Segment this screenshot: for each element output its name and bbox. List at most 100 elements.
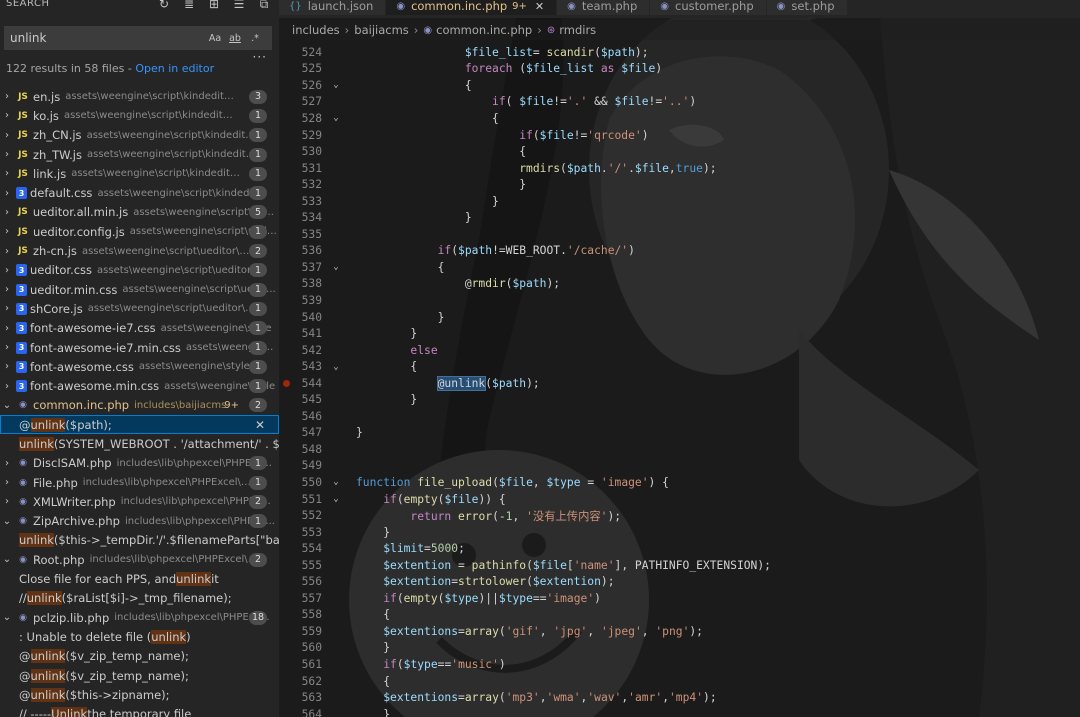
fold-chevron-icon[interactable]: ⌄ <box>330 494 342 504</box>
result-match-line[interactable]: : Unable to delete file (unlink) <box>0 627 279 646</box>
json-file-icon: {} <box>289 0 302 12</box>
close-tab-icon[interactable]: ✕ <box>535 0 544 13</box>
chevron-right-icon[interactable]: › <box>0 477 14 488</box>
match-whole-word-icon[interactable]: ab <box>228 33 242 44</box>
result-file-row[interactable]: › 3 font-awesome-ie7.min.css assets\weengin… <box>0 338 279 357</box>
result-file-row[interactable]: › JS ko.js assets\weengine\script\kindedito… <box>0 106 279 125</box>
result-file-row[interactable]: › JS zh_TW.js assets\weengine\script\kinded… <box>0 145 279 164</box>
result-file-path: assets\weengine\script\kindeditor... <box>97 187 268 199</box>
editor-tab[interactable]: ◉ team.php <box>557 0 651 15</box>
code-line: 532 } <box>279 176 1080 193</box>
result-match-line[interactable]: @ unlink ($path); ✕ <box>0 415 279 435</box>
result-file-row[interactable]: › JS en.js assets\weengine\script\kindedito… <box>0 87 279 106</box>
chevron-right-icon[interactable]: › <box>0 361 14 372</box>
search-input[interactable] <box>5 30 202 46</box>
result-match-line[interactable]: // ----- Unlink the temporary file <box>0 705 279 717</box>
dismiss-result-icon[interactable]: ✕ <box>255 418 265 432</box>
result-file-row[interactable]: › 3 default.css assets\weengine\script\kind… <box>0 183 279 202</box>
tab-label: customer.php <box>675 0 754 13</box>
new-search-editor-icon[interactable]: ⊞ <box>207 0 221 11</box>
php-file-icon: ◉ <box>19 612 27 623</box>
chevron-right-icon[interactable]: › <box>0 342 14 353</box>
result-file-row[interactable]: ⌄ ◉ ZipArchive.php includes\lib\phpexcel\PH… <box>0 512 279 531</box>
result-file-row[interactable]: ⌄ ◉ pclzip.lib.php includes\lib\phpexcel\PH… <box>0 608 279 627</box>
chevron-right-icon[interactable]: › <box>0 323 14 334</box>
result-file-row[interactable]: › ◉ DiscISAM.php includes\lib\phpexcel\PHPE… <box>0 454 279 473</box>
result-file-row[interactable]: › 3 font-awesome.css assets\weengine\style 1 <box>0 357 279 376</box>
result-file-row[interactable]: › 3 ueditor.css assets\weengine\script\uedi… <box>0 261 279 280</box>
chevron-right-icon[interactable]: › <box>0 284 14 295</box>
chevron-right-icon[interactable]: › <box>0 303 14 314</box>
line-number: 531 <box>301 161 322 175</box>
match-count-badge: 1 <box>249 282 267 297</box>
result-match-line[interactable]: unlink ($this->_tempDir.'/'.$filenamePart… <box>0 531 279 550</box>
chevron-down-icon[interactable]: ⌄ <box>0 516 14 527</box>
fold-chevron-icon[interactable]: ⌄ <box>330 477 342 487</box>
chevron-right-icon[interactable]: › <box>0 207 14 218</box>
result-match-line[interactable]: unlink (SYSTEM_WEBROOT . '/attachment/' .… <box>0 434 279 453</box>
editor-tab[interactable]: ◉ customer.php <box>650 0 767 15</box>
match-count-badge: 1 <box>249 301 267 316</box>
chevron-down-icon[interactable]: ⌄ <box>0 554 14 565</box>
chevron-right-icon[interactable]: › <box>0 110 14 121</box>
editor-tab[interactable]: {} launch.json <box>279 0 387 15</box>
result-file-row[interactable]: › JS ueditor.all.min.js assets\weengine\scr… <box>0 203 279 222</box>
breadcrumb-item[interactable]: rmdirs <box>559 23 596 37</box>
result-file-name: XMLWriter.php <box>33 494 116 509</box>
result-file-row[interactable]: › JS ueditor.config.js assets\weengine\scri… <box>0 222 279 241</box>
result-match-line[interactable]: // unlink ($raList[$i]->_tmp_filename); <box>0 589 279 608</box>
fold-chevron-icon[interactable]: ⌄ <box>330 80 342 90</box>
collapse-all-icon[interactable]: ☰ <box>232 0 246 11</box>
breadcrumb-item[interactable]: common.inc.php <box>436 23 532 37</box>
chevron-right-icon[interactable]: › <box>0 246 14 257</box>
result-file-row[interactable]: ⌄ ◉ Root.php includes\lib\phpexcel\PHPExcel… <box>0 550 279 569</box>
clear-results-icon[interactable]: ≣ <box>182 0 196 11</box>
view-as-tree-icon[interactable]: ⧉ <box>257 0 271 11</box>
fold-chevron-icon[interactable]: ⌄ <box>330 262 342 272</box>
result-file-row[interactable]: › JS zh_CN.js assets\weengine\script\kinded… <box>0 126 279 145</box>
match-prefix: @ <box>19 668 31 683</box>
match-count-badge: 1 <box>249 263 267 278</box>
result-file-row[interactable]: › 3 shCore.js assets\weengine\script\uedito… <box>0 299 279 318</box>
result-match-line[interactable]: @ unlink ($v_zip_temp_name); <box>0 647 279 666</box>
toggle-search-details-icon[interactable]: ··· <box>253 50 267 64</box>
chevron-right-icon[interactable]: › <box>0 188 14 199</box>
open-in-editor-link[interactable]: Open in editor <box>135 62 214 75</box>
code-text: } <box>356 178 527 192</box>
result-match-line[interactable]: @ unlink ($this->zipname); <box>0 685 279 704</box>
chevron-right-icon[interactable]: › <box>0 381 14 392</box>
chevron-right-icon[interactable]: › <box>0 265 14 276</box>
chevron-right-icon[interactable]: › <box>0 130 14 141</box>
editor-tab[interactable]: ◉ set.php <box>766 0 848 15</box>
result-match-line[interactable]: @ unlink ($v_zip_temp_name); <box>0 666 279 685</box>
use-regex-icon[interactable]: .* <box>248 33 262 44</box>
match-count-badge: 5 <box>249 205 267 220</box>
result-match-line[interactable]: Close file for each PPS, and unlink it <box>0 569 279 588</box>
result-file-row[interactable]: ⌄ ◉ common.inc.php includes\baijiacms 9+ 2 <box>0 396 279 415</box>
chevron-right-icon[interactable]: › <box>0 149 14 160</box>
code-text: $extention = pathinfo($file['name'], PAT… <box>383 558 771 572</box>
result-file-row[interactable]: › ◉ XMLWriter.php includes\lib\phpexcel\PHP… <box>0 492 279 511</box>
result-file-row[interactable]: › JS zh-cn.js assets\weengine\script\uedito… <box>0 241 279 260</box>
fold-chevron-icon[interactable]: ⌄ <box>330 362 342 372</box>
chevron-right-icon[interactable]: › <box>0 496 14 507</box>
result-file-row[interactable]: › ◉ File.php includes\lib\phpexcel\PHPExcel… <box>0 473 279 492</box>
code-editor[interactable]: 524 $file_list= scandir($path); 525 forea… <box>279 44 1080 717</box>
result-file-row[interactable]: › 3 ueditor.min.css assets\weengine\script\… <box>0 280 279 299</box>
breadcrumb-item[interactable]: baijiacms <box>354 23 409 37</box>
breakpoint-icon[interactable] <box>283 379 290 387</box>
refresh-icon[interactable]: ↻ <box>157 0 171 11</box>
chevron-down-icon[interactable]: ⌄ <box>0 612 14 623</box>
fold-chevron-icon[interactable]: ⌄ <box>330 113 342 123</box>
result-file-row[interactable]: › JS link.js assets\weengine\script\kindedi… <box>0 164 279 183</box>
editor-tab[interactable]: ◉ common.inc.php 9+ ✕ <box>386 0 558 15</box>
match-case-icon[interactable]: Aa <box>208 33 222 44</box>
chevron-right-icon[interactable]: › <box>0 458 14 469</box>
chevron-right-icon[interactable]: › <box>0 168 14 179</box>
result-file-row[interactable]: › 3 font-awesome-ie7.css assets\weengine\st… <box>0 319 279 338</box>
result-file-row[interactable]: › 3 font-awesome.min.css assets\weengine\st… <box>0 376 279 395</box>
chevron-right-icon[interactable]: › <box>0 226 14 237</box>
chevron-down-icon[interactable]: ⌄ <box>0 400 14 411</box>
breadcrumb-item[interactable]: includes <box>292 23 340 37</box>
chevron-right-icon[interactable]: › <box>0 91 14 102</box>
